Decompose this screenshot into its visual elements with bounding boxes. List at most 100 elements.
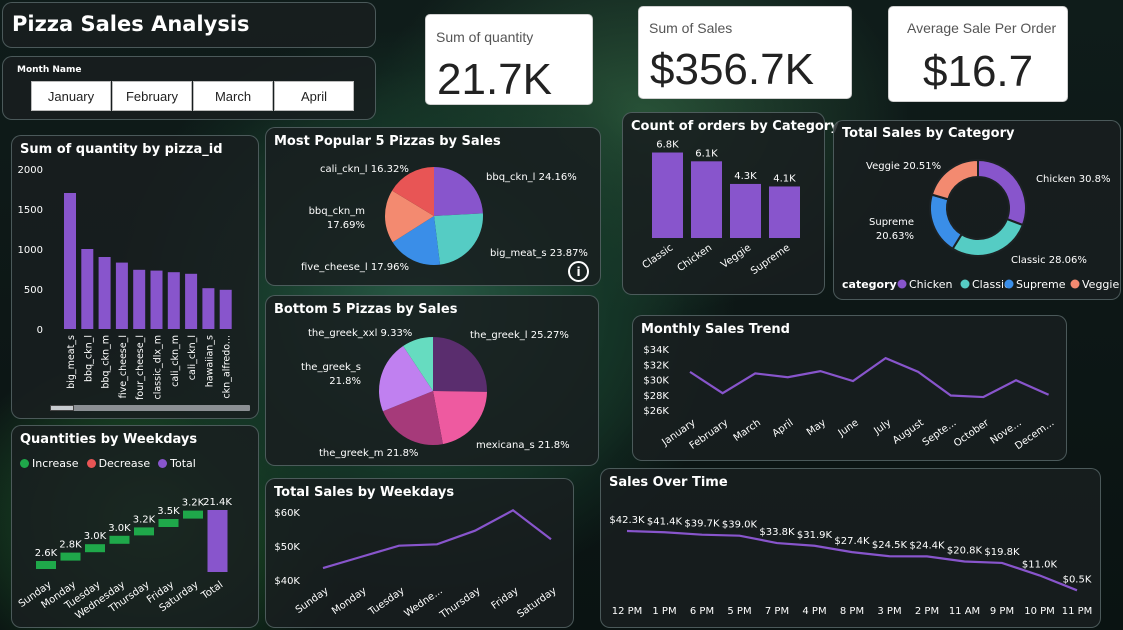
data-label: $31.9K <box>797 530 833 541</box>
data-label: $20.8K <box>947 545 983 556</box>
x-tick-label: four_cheese_l <box>135 335 146 400</box>
legend-dot <box>897 279 907 289</box>
slicer-option-april[interactable]: April <box>274 81 354 111</box>
orders-by-category-panel: Count of orders by Category 6.8K Classic 6… <box>622 112 839 295</box>
pie-label: bbq_ckn_l 24.16% <box>486 172 577 183</box>
orders-by-category-chart: 6.8K Classic 6.1K Chicken 4.3K Veggie 4.1K Supr… <box>641 140 800 277</box>
x-tick-label: Chicken <box>676 242 715 274</box>
bar <box>167 272 180 329</box>
kpi-title: Sum of quantity <box>436 29 534 45</box>
sales-over-time-panel: Sales Over Time $42.3K 12 PM $41.4K 1 PM $39… <box>600 468 1101 628</box>
bottom5-pizzas-panel: Bottom 5 Pizzas by Sales the_greek_l 25.… <box>265 295 599 466</box>
legend-title: category <box>842 278 897 291</box>
bar <box>64 193 76 329</box>
x-tick-label: 10 PM <box>1024 606 1055 617</box>
x-tick-label: May <box>805 417 828 438</box>
qty-by-weekday-panel: Quantities by Weekdays Increase Decrease… <box>11 425 259 628</box>
sales-by-category-donut: Chicken 30.8% Classic 28.06% Supreme 20.63%… <box>842 158 1119 291</box>
x-tick-label: bbq_ckn_m <box>101 335 112 389</box>
pie-slice <box>929 193 963 251</box>
legend-label: Classic <box>972 278 1010 291</box>
slicer-option-february[interactable]: February <box>112 81 192 111</box>
x-tick-label: 6 PM <box>690 606 714 617</box>
bar <box>219 289 232 329</box>
info-icon[interactable]: i <box>568 261 589 282</box>
data-label: 4.3K <box>734 171 757 182</box>
x-tick-label: 9 PM <box>990 606 1014 617</box>
y-tick-label: $30K <box>643 376 669 387</box>
increase-bar <box>85 544 105 553</box>
bar <box>185 273 198 329</box>
x-tick-label: August <box>891 417 926 446</box>
pie-slice <box>434 167 483 216</box>
month-slicer: Month Name January February March April <box>2 56 376 120</box>
y-tick-label: $32K <box>643 360 669 371</box>
sales-over-time-chart: $42.3K 12 PM $41.4K 1 PM $39.7K 6 PM $39.0K 5 P… <box>609 515 1093 617</box>
legend-label: Veggie <box>1082 278 1119 291</box>
pie-label: five_cheese_l 17.96% <box>301 262 409 273</box>
pie-label: 17.69% <box>327 220 365 231</box>
kpi-value: $16.7 <box>923 47 1034 96</box>
kpi-card-sales: Sum of Sales $356.7K <box>638 6 852 99</box>
slicer-option-january[interactable]: January <box>31 81 111 111</box>
title-panel: Pizza Sales Analysis <box>2 2 376 48</box>
data-label: 3.0K <box>108 523 131 534</box>
data-label: 3.0K <box>84 531 107 542</box>
data-label: $24.4K <box>909 540 945 551</box>
x-tick-label: classic_dlx_m <box>153 335 164 400</box>
x-tick-label: 12 PM <box>612 606 643 617</box>
data-label: $42.3K <box>609 515 645 526</box>
kpi-value: $356.7K <box>650 45 814 94</box>
y-tick-label: $50K <box>274 542 300 553</box>
sales-by-category-panel: Total Sales by Category Chicken 30.8% Cla… <box>833 120 1121 300</box>
legend-dot <box>960 279 970 289</box>
slicer-option-march[interactable]: March <box>193 81 273 111</box>
x-tick-label: Tuesday <box>366 585 407 618</box>
scrollbar-thumb[interactable] <box>50 405 74 411</box>
pie-label: the_greek_xxl 9.33% <box>308 328 412 339</box>
x-tick-label: 11 AM <box>949 606 980 617</box>
legend-dot <box>1070 279 1080 289</box>
bottom5-pie-chart: the_greek_l 25.27% mexicana_s 21.8% the_gr… <box>301 328 570 459</box>
pie-slice <box>951 217 1025 257</box>
data-label: $39.7K <box>684 519 720 530</box>
series-line <box>322 508 552 570</box>
pie-slice <box>977 158 1027 227</box>
pie-label: the_greek_m 21.8% <box>319 448 418 459</box>
horizontal-scrollbar[interactable] <box>50 405 250 411</box>
bar <box>652 152 683 238</box>
x-tick-label: hawaiian_s <box>204 335 215 387</box>
x-tick-label: October <box>952 417 992 449</box>
bar <box>769 186 800 238</box>
kpi-value: 21.7K <box>437 55 552 104</box>
pie-label: the_greek_l 25.27% <box>470 330 569 341</box>
bar <box>150 270 163 329</box>
donut-label: 20.63% <box>876 231 914 242</box>
donut-label: Veggie 20.51% <box>866 161 941 172</box>
sales-by-weekday-chart: $40K $50K $60K Sunday MondayTuesdayWedne...T… <box>274 508 558 622</box>
x-tick-label: 4 PM <box>802 606 826 617</box>
data-label: $19.8K <box>984 547 1020 558</box>
slicer-title: Month Name <box>17 65 82 75</box>
monthly-trend-panel: Monthly Sales Trend $26K $28K $30K $32K $34K… <box>632 315 1067 461</box>
pie-label: mexicana_s 21.8% <box>476 440 570 451</box>
kpi-card-quantity: Sum of quantity 21.7K <box>425 14 593 105</box>
data-label: 2.6K <box>35 548 58 559</box>
increase-bar <box>109 535 130 544</box>
x-tick-label: ckn_alfredo... <box>222 335 233 399</box>
increase-bar <box>183 510 203 519</box>
x-tick-label: June <box>836 417 861 439</box>
x-tick-label: cali_ckn_l <box>187 335 198 380</box>
x-tick-label: Saturday <box>515 585 558 620</box>
top5-pizzas-panel: Most Popular 5 Pizzas by Sales bbq_ckn_l… <box>265 127 601 286</box>
series-line <box>689 356 1050 399</box>
x-tick-label: Sunday <box>294 585 331 616</box>
pie-label: bbq_ckn_m <box>309 206 365 217</box>
x-tick-label: 11 PM <box>1062 606 1093 617</box>
y-tick-label: 1000 <box>18 245 43 256</box>
x-tick-label: Veggie <box>719 242 753 270</box>
x-tick-label: Supreme <box>749 242 792 277</box>
y-tick-label: 0 <box>37 325 43 336</box>
data-label: 6.1K <box>695 148 718 159</box>
bar <box>133 269 146 329</box>
